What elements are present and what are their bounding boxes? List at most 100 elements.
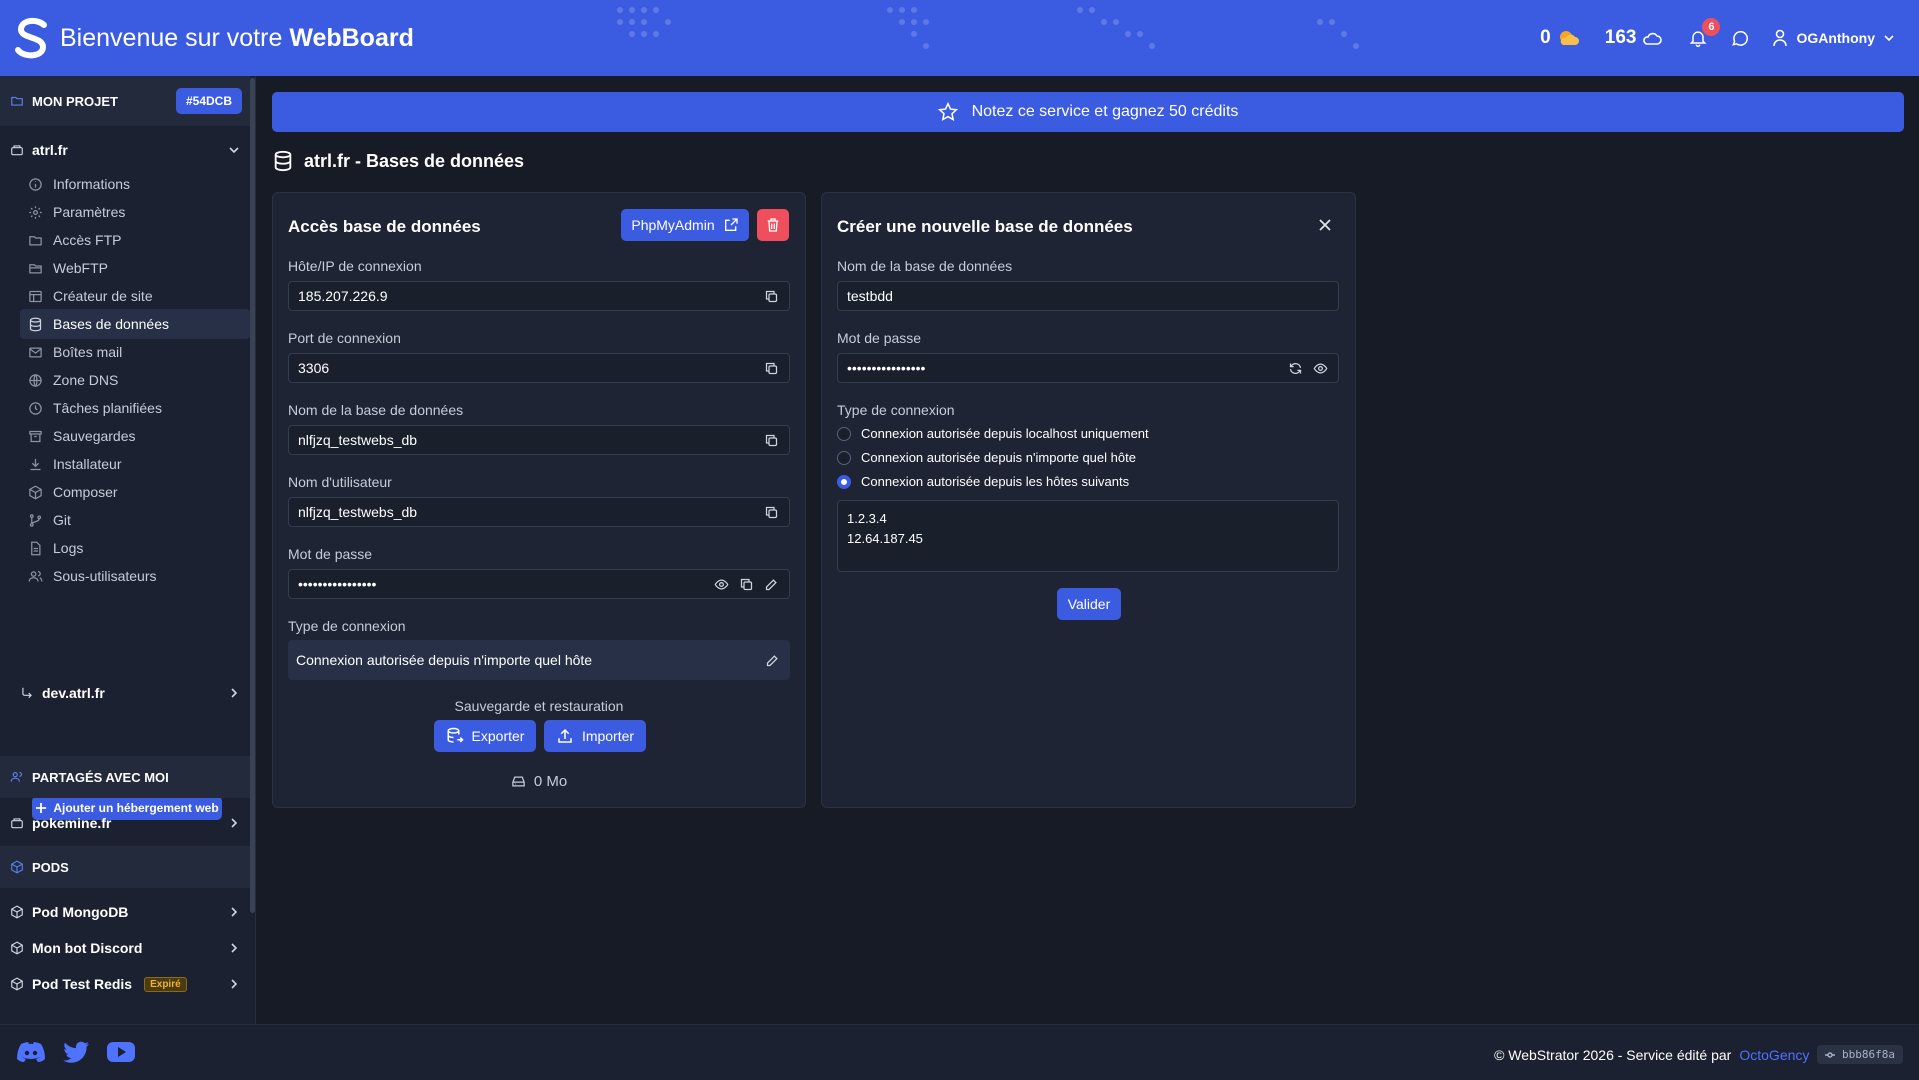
copy-icon[interactable] [739, 577, 754, 592]
chevron-right-icon [228, 906, 240, 918]
page-title: atrl.fr - Bases de données [272, 150, 524, 172]
copy-icon[interactable] [764, 289, 779, 304]
sidebar-item-label: Installateur [53, 456, 122, 472]
radio-localhost[interactable]: Connexion autorisée depuis localhost uni… [837, 426, 1149, 441]
subsite-label: dev.atrl.fr [42, 685, 105, 701]
chevron-down-icon [1883, 32, 1895, 44]
cube-icon [10, 860, 24, 874]
sidebar-site-pokemine[interactable]: pokemine.fr [0, 808, 250, 838]
company-link[interactable]: OctoGency [1739, 1047, 1809, 1063]
footer: © WebStrator 2026 - Service édité par Oc… [0, 1024, 1919, 1080]
sidebar-item-taches-planifiees[interactable]: Tâches planifiées [20, 393, 250, 423]
twitter-icon[interactable] [62, 1041, 90, 1065]
sidebar-item-label: Logs [53, 540, 84, 556]
close-icon[interactable] [1317, 217, 1333, 233]
cube-icon [10, 941, 24, 955]
new-dbname-input[interactable]: testbdd [837, 281, 1339, 311]
sidebar-item-acces-ftp[interactable]: Accès FTP [20, 225, 250, 255]
database-export-icon [446, 727, 464, 745]
star-icon [937, 102, 958, 122]
sidebar-item-bases-de-donnees[interactable]: Bases de données [20, 309, 250, 339]
youtube-icon[interactable] [106, 1041, 136, 1065]
version-value: bbb86f8a [1842, 1048, 1895, 1061]
sidebar-pod-redis[interactable]: Pod Test Redis Expiré [0, 969, 250, 999]
webstrator-logo[interactable] [14, 17, 50, 59]
eye-icon[interactable] [714, 577, 729, 592]
radio-specific-hosts[interactable]: Connexion autorisée depuis les hôtes sui… [837, 474, 1129, 489]
chevron-down-icon [228, 144, 240, 156]
world-map-decoration [617, 7, 1359, 49]
radio-any-host[interactable]: Connexion autorisée depuis n'importe que… [837, 450, 1136, 465]
cloud-counter[interactable]: 163 [1605, 27, 1663, 49]
radio-button-selected[interactable] [837, 474, 851, 489]
access-card: Accès base de données PhpMyAdmin Hôte/IP… [272, 192, 806, 808]
radio-button[interactable] [837, 450, 851, 465]
hard-drive-icon [511, 774, 526, 789]
submit-button[interactable]: Valider [1057, 588, 1121, 620]
sidebar-item-parametres[interactable]: Paramètres [20, 197, 250, 227]
messages-button[interactable] [1730, 28, 1750, 48]
new-dbname-label: Nom de la base de données [837, 258, 1013, 274]
sidebar-item-informations[interactable]: Informations [20, 169, 250, 199]
password-label: Mot de passe [288, 546, 373, 562]
server-icon [10, 816, 24, 830]
sidebar-item-logs[interactable]: Logs [20, 533, 250, 563]
credits-counter[interactable]: 0 [1540, 27, 1579, 49]
refresh-icon[interactable] [1288, 361, 1303, 376]
password-field[interactable]: •••••••••••••••• [288, 569, 790, 599]
sidebar-item-composer[interactable]: Composer [20, 477, 250, 507]
sidebar-item-sauvegardes[interactable]: Sauvegardes [20, 421, 250, 451]
sidebar-site-dev-atrl[interactable]: dev.atrl.fr [10, 678, 250, 708]
sidebar-item-label: WebFTP [53, 260, 108, 276]
globe-icon [28, 373, 43, 388]
delete-database-button[interactable] [757, 209, 789, 241]
shared-label: PARTAGÉS AVEC MOI [32, 769, 169, 785]
sidebar-item-zone-dns[interactable]: Zone DNS [20, 365, 250, 395]
eye-icon[interactable] [1313, 361, 1328, 376]
copy-icon[interactable] [764, 433, 779, 448]
sidebar-site-atrl[interactable]: atrl.fr [0, 135, 250, 165]
sidebar-item-sous-utilisateurs[interactable]: Sous-utilisateurs [20, 561, 250, 591]
sidebar-item-createur-de-site[interactable]: Créateur de site [20, 281, 250, 311]
notifications-button[interactable]: 6 [1688, 18, 1721, 48]
cube-icon [10, 977, 24, 991]
allowed-hosts-textarea[interactable]: 1.2.3.4 12.64.187.45 [837, 500, 1339, 572]
sidebar-item-label: Boîtes mail [53, 344, 123, 360]
social-links [16, 1041, 136, 1065]
export-button[interactable]: Exporter [434, 720, 536, 752]
sidebar-scrollbar[interactable] [250, 78, 255, 913]
sidebar-pod-discord[interactable]: Mon bot Discord [0, 933, 250, 963]
sidebar-item-webftp[interactable]: WebFTP [20, 253, 250, 283]
port-field[interactable]: 3306 [288, 353, 790, 383]
radio-button[interactable] [837, 426, 851, 441]
sidebar-item-git[interactable]: Git [20, 505, 250, 535]
discord-icon[interactable] [16, 1041, 46, 1065]
new-password-input[interactable]: •••••••••••••••• [837, 353, 1339, 383]
create-card-title: Créer une nouvelle base de données [837, 217, 1133, 236]
project-tag[interactable]: #54DCB [175, 88, 242, 114]
pencil-icon[interactable] [765, 653, 780, 668]
copy-icon[interactable] [764, 361, 779, 376]
sidebar-item-installateur[interactable]: Installateur [20, 449, 250, 479]
dbname-field[interactable]: nlfjzq_testwebs_db [288, 425, 790, 455]
conn-type-label: Type de connexion [288, 618, 406, 634]
sidebar-pods-header: PODS [0, 846, 250, 888]
username-value: nlfjzq_testwebs_db [298, 504, 418, 520]
username-field[interactable]: nlfjzq_testwebs_db [288, 497, 790, 527]
pencil-icon[interactable] [764, 577, 779, 592]
host-field[interactable]: 185.207.226.9 [288, 281, 790, 311]
user-menu[interactable]: OGAnthony [1772, 29, 1895, 47]
rating-banner[interactable]: Notez ce service et gagnez 50 crédits [272, 92, 1904, 132]
sidebar-item-label: Bases de données [53, 316, 169, 332]
phpmyadmin-button[interactable]: PhpMyAdmin [621, 209, 749, 241]
sidebar-item-label: Informations [53, 176, 131, 192]
chat-bubble-icon [1730, 28, 1750, 48]
import-button[interactable]: Importer [544, 720, 646, 752]
header-title-brand: WebBoard [289, 24, 414, 52]
users-icon [10, 770, 24, 784]
sidebar-pod-mongodb[interactable]: Pod MongoDB [0, 897, 250, 927]
copy-icon[interactable] [764, 505, 779, 520]
sidebar-item-boites-mail[interactable]: Boîtes mail [20, 337, 250, 367]
gear-icon [28, 205, 43, 220]
radio-label: Connexion autorisée depuis localhost uni… [861, 426, 1149, 441]
